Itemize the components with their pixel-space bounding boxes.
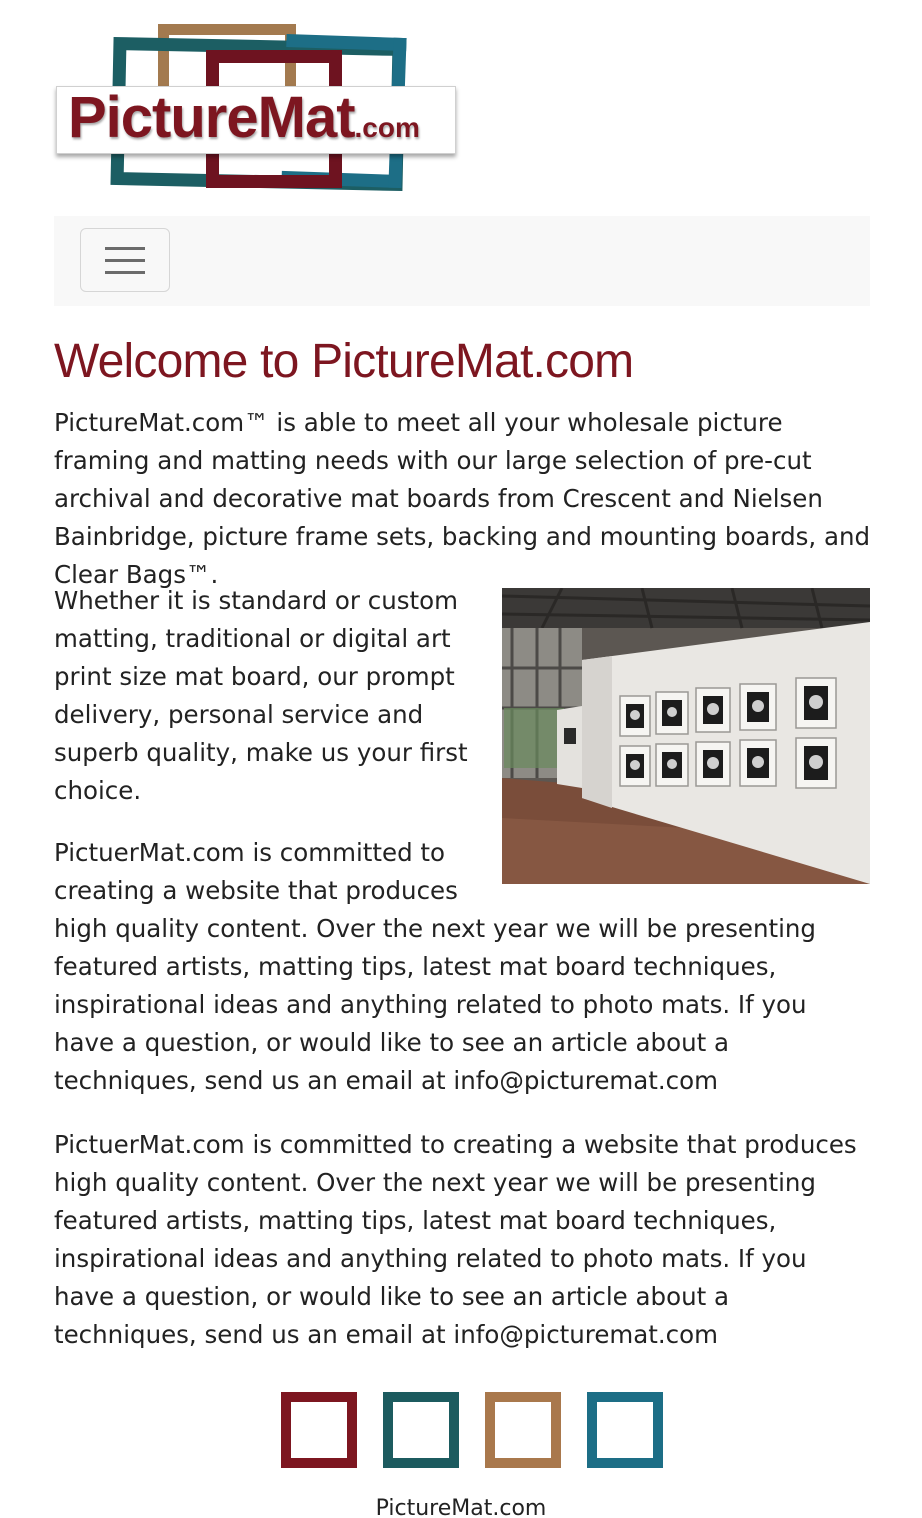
commitment-section: PictuerMat.com is committed to creating … [54, 834, 870, 1100]
site-logo[interactable]: PictureMat.com [54, 24, 458, 192]
navbar-toggle-button[interactable] [80, 228, 170, 292]
logo-wordmark: PictureMat.com [68, 86, 420, 160]
paragraph-commitment-repeat: PictuerMat.com is committed to creating … [54, 1130, 857, 1349]
footer-frame-tan-icon [485, 1392, 561, 1468]
navbar [54, 216, 870, 306]
intro-paragraph: PictureMat.com™ is able to meet all your… [54, 408, 871, 589]
footer-frames [281, 1392, 681, 1468]
footer-frame-red-icon [281, 1392, 357, 1468]
page-title: Welcome to PictureMat.com [54, 335, 634, 388]
footer-site-name: PictureMat.com [375, 1496, 547, 1518]
footer-frame-teal-icon [383, 1392, 459, 1468]
footer-frame-blue-icon [587, 1392, 663, 1468]
logo-name: PictureMat [68, 85, 356, 150]
paragraph-matting-choice: Whether it is standard or custom matting… [54, 586, 468, 805]
logo-suffix: .com [354, 112, 420, 143]
